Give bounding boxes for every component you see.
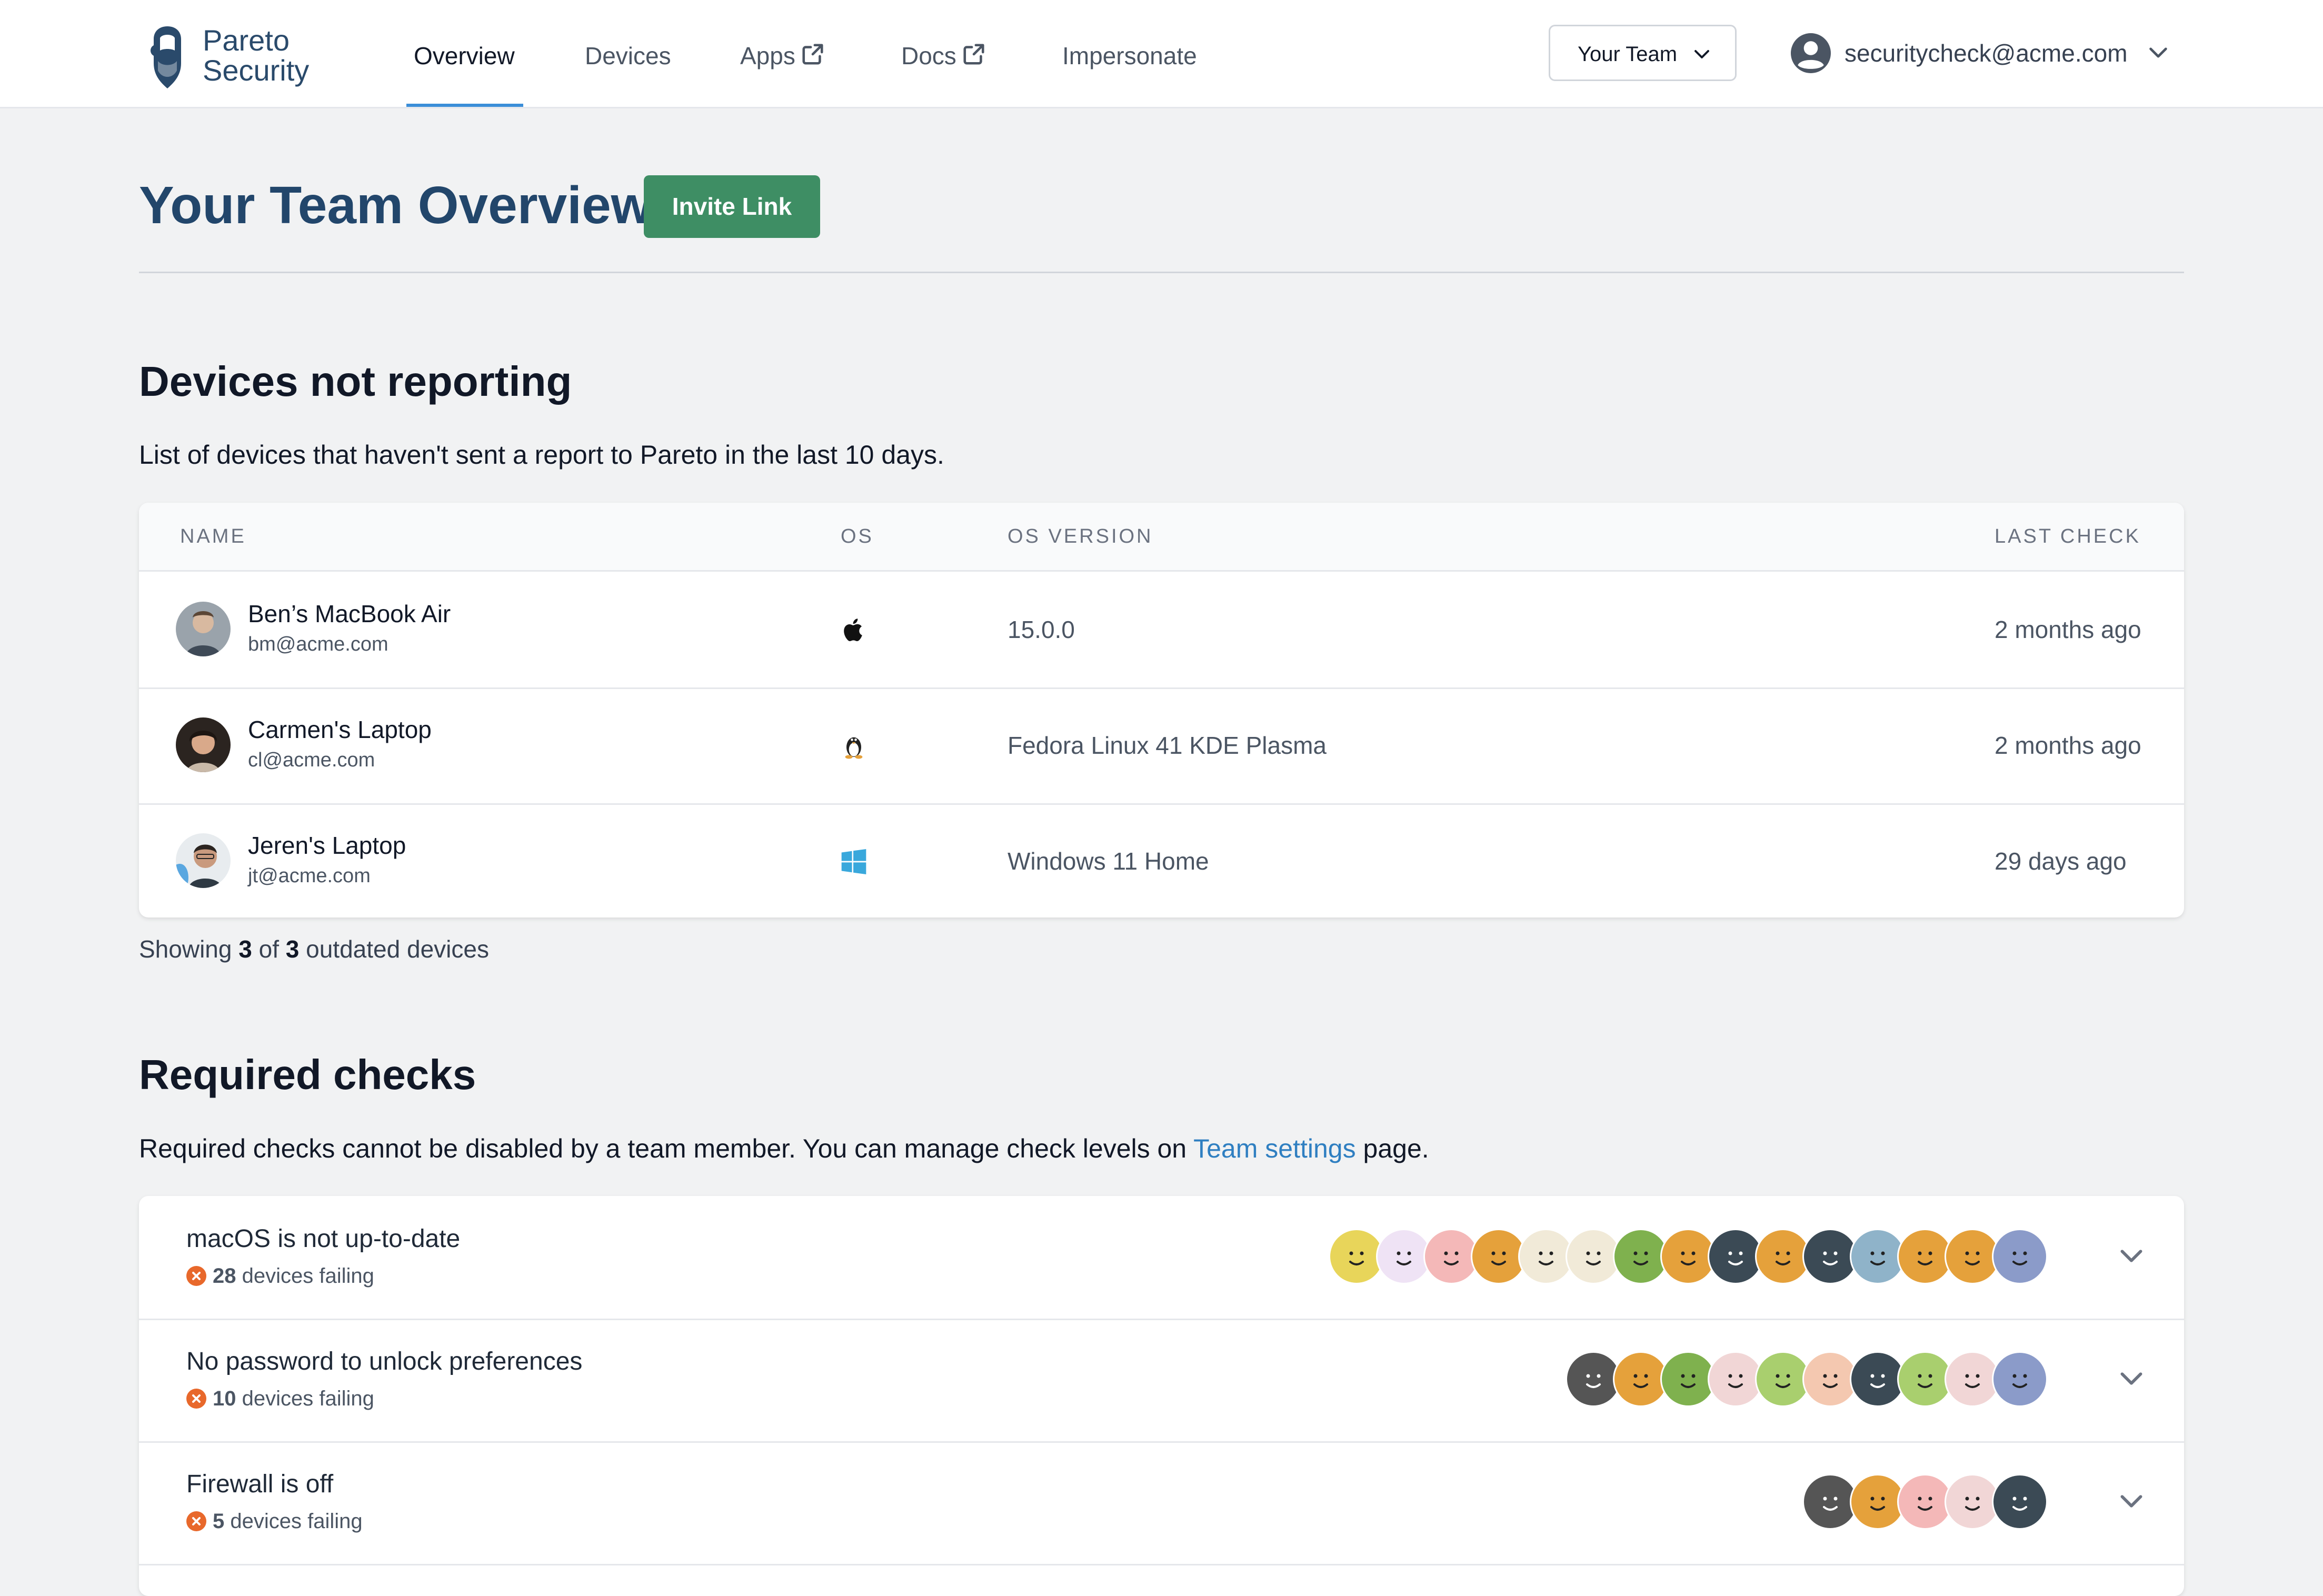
- os-version: Fedora Linux 41 KDE Plasma: [1008, 732, 1327, 759]
- chevron-down-icon[interactable]: [2117, 1367, 2146, 1390]
- apple-icon: [844, 619, 862, 641]
- page-title: Your Team Overview: [139, 176, 652, 235]
- column-header-last-check: Last Check: [1995, 525, 2141, 547]
- section-description-not-reporting: List of devices that haven't sent a repo…: [139, 440, 944, 470]
- showing-summary: Showing 3 of 3 outdated devices: [139, 933, 489, 965]
- showing-total: 3: [285, 935, 300, 963]
- device-avatar: [1992, 1229, 2048, 1284]
- avatar: [176, 717, 231, 772]
- pareto-logo-icon[interactable]: [146, 24, 188, 91]
- failing-number: 10: [213, 1387, 236, 1410]
- device-name: Carmen's Laptop: [248, 716, 432, 743]
- device-name: Jeren's Laptop: [248, 832, 406, 859]
- device-avatar-stack: [1329, 1229, 2048, 1286]
- x-circle-icon: [186, 1389, 206, 1409]
- brand-line1: Pareto: [203, 24, 290, 57]
- failing-count: 28 devices failing: [186, 1262, 374, 1290]
- check-title: macOS is not up-to-date: [186, 1225, 461, 1253]
- table-row[interactable]: Carmen's Laptop cl@acme.com Fedora Linux…: [139, 687, 2184, 805]
- chevron-down-icon[interactable]: [2117, 1490, 2146, 1513]
- os-version: 15.0.0: [1008, 616, 1075, 643]
- description-text-after: page.: [1363, 1134, 1429, 1163]
- failing-label: devices failing: [242, 1387, 374, 1410]
- user-avatar-icon[interactable]: [1791, 33, 1831, 73]
- team-selector-label: Your Team: [1578, 43, 1678, 66]
- column-header-os: OS: [841, 525, 874, 547]
- avatar: [176, 602, 231, 656]
- required-checks-list: macOS is not up-to-date 28 devices faili…: [139, 1196, 2184, 1596]
- nav-active-indicator: [406, 104, 523, 107]
- table-header: [139, 503, 2184, 572]
- failing-label: devices failing: [230, 1510, 363, 1533]
- nav-impersonate[interactable]: Impersonate: [1062, 40, 1197, 72]
- showing-count: 3: [238, 935, 252, 963]
- linux-icon: [845, 737, 863, 759]
- section-description-required-checks: Required checks cannot be disabled by a …: [139, 1132, 1429, 1165]
- brand-name[interactable]: Pareto Security: [203, 25, 309, 85]
- device-email: jt@acme.com: [248, 865, 371, 887]
- section-heading-not-reporting: Devices not reporting: [139, 358, 572, 405]
- external-link-icon: [963, 44, 984, 65]
- divider: [139, 272, 2184, 273]
- nav-apps[interactable]: Apps: [740, 40, 825, 72]
- last-check: 2 months ago: [1995, 616, 2141, 643]
- check-item[interactable]: Firewall is off 5 devices failing: [139, 1441, 2184, 1565]
- failing-count: 5 devices failing: [186, 1508, 363, 1535]
- brand-line2: Security: [203, 54, 310, 87]
- chevron-down-icon[interactable]: [2117, 1244, 2146, 1268]
- windows-icon: [841, 849, 866, 875]
- last-check: 29 days ago: [1995, 847, 2127, 875]
- showing-suffix: outdated devices: [306, 935, 489, 963]
- chevron-down-icon[interactable]: [2147, 43, 2170, 62]
- user-email[interactable]: securitycheck@acme.com: [1845, 37, 2128, 69]
- check-title: No password to unlock preferences: [186, 1348, 583, 1375]
- check-item[interactable]: No password to unlock preferences 10 dev…: [139, 1319, 2184, 1443]
- failing-count: 10 devices failing: [186, 1385, 374, 1412]
- os-version: Windows 11 Home: [1008, 847, 1209, 875]
- device-email: cl@acme.com: [248, 749, 375, 771]
- column-header-name: Name: [180, 525, 246, 547]
- description-text: Required checks cannot be disabled by a …: [139, 1134, 1187, 1163]
- team-selector-button[interactable]: Your Team: [1549, 25, 1737, 81]
- team-settings-link[interactable]: Team settings: [1193, 1134, 1355, 1163]
- table-row[interactable]: Ben’s MacBook Air bm@acme.com 15.0.0 2 m…: [139, 572, 2184, 689]
- nav-overview[interactable]: Overview: [414, 40, 515, 72]
- section-heading-required-checks: Required checks: [139, 1051, 476, 1098]
- invite-link-button[interactable]: Invite Link: [644, 175, 820, 238]
- showing-prefix: Showing: [139, 935, 232, 963]
- check-title: Firewall is off: [186, 1470, 334, 1498]
- device-email: bm@acme.com: [248, 633, 388, 655]
- column-header-os-version: OS Version: [1008, 525, 1153, 547]
- failing-number: 28: [213, 1264, 236, 1288]
- external-link-icon: [802, 44, 823, 65]
- nav-docs[interactable]: Docs: [901, 40, 986, 72]
- device-avatar: [1992, 1474, 2048, 1530]
- x-circle-icon: [186, 1511, 206, 1531]
- top-nav: Pareto Security Overview Devices Apps Do…: [0, 0, 2323, 108]
- failing-number: 5: [213, 1510, 225, 1533]
- devices-table: Name OS OS Version Last Check Ben’s MacB…: [139, 503, 2184, 917]
- device-avatar: [1992, 1351, 2048, 1407]
- check-item[interactable]: macOS is not up-to-date 28 devices faili…: [139, 1196, 2184, 1320]
- nav-docs-label: Docs: [901, 42, 956, 69]
- table-row[interactable]: Jeren's Laptop jt@acme.com Windows 11 Ho…: [139, 803, 2184, 917]
- last-check: 2 months ago: [1995, 732, 2141, 759]
- x-circle-icon: [186, 1266, 206, 1286]
- showing-of: of: [258, 935, 279, 963]
- nav-apps-label: Apps: [740, 42, 795, 69]
- device-avatar-stack: [1566, 1351, 2048, 1409]
- failing-label: devices failing: [242, 1264, 374, 1288]
- avatar: [176, 833, 231, 888]
- device-name: Ben’s MacBook Air: [248, 600, 451, 627]
- chevron-down-icon: [1694, 50, 1709, 58]
- nav-devices[interactable]: Devices: [585, 40, 671, 72]
- device-avatar-stack: [1802, 1474, 2048, 1532]
